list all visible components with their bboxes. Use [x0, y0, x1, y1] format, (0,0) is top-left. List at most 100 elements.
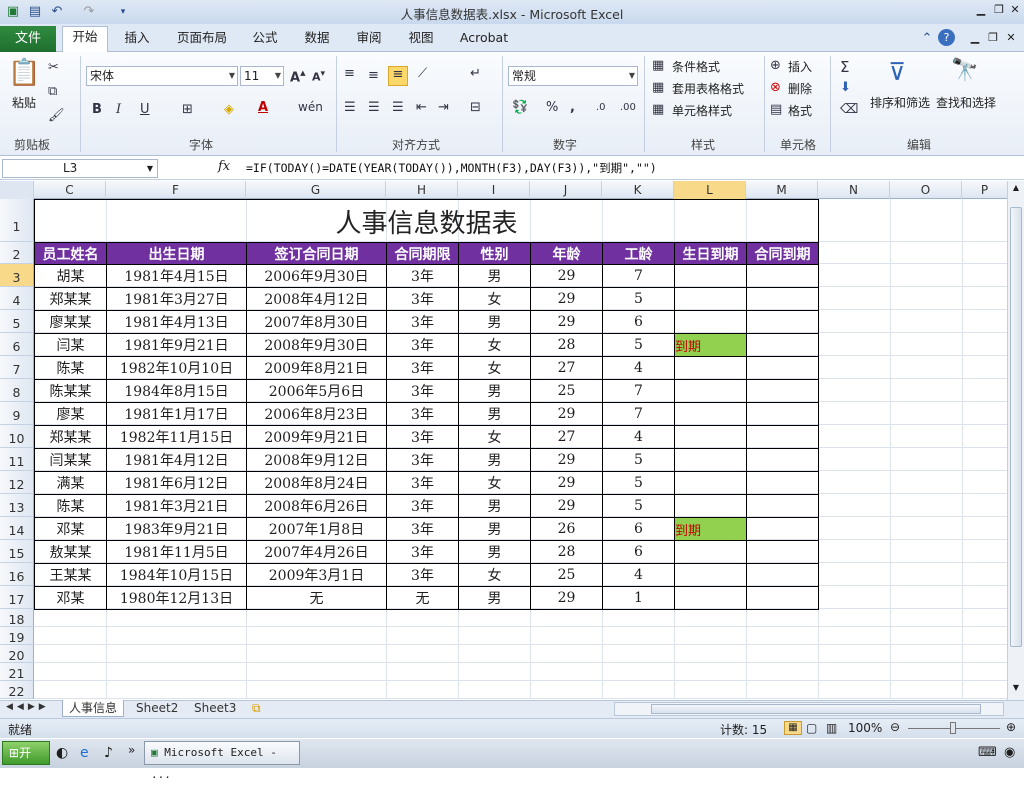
- column-title-cell[interactable]: 出生日期: [106, 242, 247, 265]
- column-title-cell[interactable]: 性别: [458, 242, 531, 265]
- column-title-cell[interactable]: 合同到期: [746, 242, 819, 265]
- table-cell[interactable]: [746, 471, 819, 495]
- table-cell[interactable]: [746, 586, 819, 610]
- table-cell[interactable]: 2007年4月26日: [246, 540, 387, 564]
- collapse-ribbon-icon[interactable]: ⌃: [918, 30, 936, 48]
- table-cell[interactable]: 3年: [386, 310, 459, 334]
- more-icon[interactable]: »: [128, 743, 135, 757]
- column-header[interactable]: L: [674, 181, 746, 199]
- tab-review[interactable]: 审阅: [350, 28, 388, 52]
- column-header[interactable]: I: [458, 181, 530, 199]
- zoom-level[interactable]: 100%: [848, 721, 882, 735]
- table-cell[interactable]: 7: [602, 264, 675, 288]
- desktop-icon[interactable]: ◐: [56, 745, 68, 761]
- row-header[interactable]: 3: [0, 264, 34, 287]
- increase-decimal-icon[interactable]: .0: [596, 102, 606, 113]
- table-style-icon[interactable]: ▦: [652, 80, 664, 95]
- table-cell[interactable]: 1981年4月15日: [106, 264, 247, 288]
- table-cell[interactable]: 1982年11月15日: [106, 425, 247, 449]
- table-cell[interactable]: 女: [458, 471, 531, 495]
- help-icon[interactable]: ?: [938, 29, 955, 46]
- table-cell[interactable]: [674, 402, 747, 426]
- table-cell[interactable]: 邓某: [34, 517, 107, 541]
- delete-cells-icon[interactable]: ⊗: [770, 80, 781, 95]
- row-header[interactable]: 15: [0, 540, 34, 563]
- table-cell[interactable]: 陈某: [34, 356, 107, 380]
- taskbar-excel-button[interactable]: ▣ Microsoft Excel - ...: [144, 741, 300, 781]
- table-cell[interactable]: 29: [530, 264, 603, 288]
- table-cell[interactable]: 女: [458, 563, 531, 587]
- close-icon[interactable]: ✕: [1006, 2, 1024, 18]
- fill-color-icon[interactable]: ◈: [224, 102, 234, 117]
- table-cell[interactable]: 敖某某: [34, 540, 107, 564]
- table-cell[interactable]: 2006年9月30日: [246, 264, 387, 288]
- shrink-font-icon[interactable]: A▾: [312, 68, 325, 84]
- table-cell[interactable]: 5: [602, 471, 675, 495]
- table-cell[interactable]: 2009年3月1日: [246, 563, 387, 587]
- table-cell[interactable]: 6: [602, 540, 675, 564]
- column-header[interactable]: F: [106, 181, 246, 199]
- table-style-button[interactable]: 套用表格格式: [672, 80, 744, 97]
- table-cell[interactable]: 4: [602, 425, 675, 449]
- table-cell[interactable]: 闫某: [34, 333, 107, 357]
- tab-formulas[interactable]: 公式: [246, 28, 284, 52]
- cell-style-icon[interactable]: ▦: [652, 102, 664, 117]
- table-cell[interactable]: 25: [530, 379, 603, 403]
- column-header[interactable]: G: [246, 181, 386, 199]
- table-cell[interactable]: 2008年4月12日: [246, 287, 387, 311]
- zoom-out-icon[interactable]: ⊖: [890, 720, 900, 734]
- table-cell[interactable]: 4: [602, 356, 675, 380]
- table-cell[interactable]: 无: [386, 586, 459, 610]
- sheet-title[interactable]: 人事信息数据表: [34, 199, 819, 243]
- start-button[interactable]: ⊞开始: [2, 741, 50, 782]
- border-icon[interactable]: ⊞: [182, 102, 193, 117]
- table-cell[interactable]: 男: [458, 517, 531, 541]
- row-header[interactable]: 4: [0, 287, 34, 310]
- table-cell[interactable]: 胡某: [34, 264, 107, 288]
- table-cell[interactable]: [746, 310, 819, 334]
- table-cell[interactable]: 男: [458, 402, 531, 426]
- orientation-icon[interactable]: ⟋: [418, 66, 427, 81]
- table-cell[interactable]: 29: [530, 471, 603, 495]
- table-cell[interactable]: 1982年10月10日: [106, 356, 247, 380]
- horizontal-scrollbar[interactable]: [614, 702, 1004, 716]
- table-cell[interactable]: 3年: [386, 425, 459, 449]
- page-layout-view-icon[interactable]: ▢: [806, 721, 817, 735]
- table-cell[interactable]: 1981年4月13日: [106, 310, 247, 334]
- row-header[interactable]: 11: [0, 448, 34, 471]
- conditional-format-icon[interactable]: ▦: [652, 58, 664, 73]
- column-header[interactable]: P: [962, 181, 1008, 199]
- tab-insert[interactable]: 插入: [116, 28, 158, 52]
- align-top-icon[interactable]: ≡: [344, 66, 355, 81]
- table-cell[interactable]: 1984年8月15日: [106, 379, 247, 403]
- merge-center-icon[interactable]: ⊟: [470, 100, 481, 115]
- normal-view-icon[interactable]: ▦: [784, 721, 802, 735]
- row-header[interactable]: 6: [0, 333, 34, 356]
- table-cell[interactable]: 1981年3月21日: [106, 494, 247, 518]
- find-select-button[interactable]: 查找和选择: [936, 94, 996, 111]
- row-header[interactable]: 16: [0, 563, 34, 586]
- align-middle-icon[interactable]: ≡: [368, 68, 379, 83]
- table-cell[interactable]: 到期: [674, 517, 747, 541]
- table-cell[interactable]: 3年: [386, 287, 459, 311]
- table-cell[interactable]: [674, 471, 747, 495]
- column-header[interactable]: N: [818, 181, 890, 199]
- paste-button[interactable]: 粘贴: [12, 94, 36, 111]
- table-cell[interactable]: 2008年9月12日: [246, 448, 387, 472]
- table-cell[interactable]: 女: [458, 333, 531, 357]
- table-cell[interactable]: 女: [458, 356, 531, 380]
- cut-icon[interactable]: ✂: [48, 60, 59, 75]
- table-cell[interactable]: [746, 379, 819, 403]
- table-cell[interactable]: 女: [458, 425, 531, 449]
- insert-sheet-icon[interactable]: ⧉: [252, 701, 261, 716]
- table-cell[interactable]: 25: [530, 563, 603, 587]
- wrap-text-icon[interactable]: ↵: [470, 66, 481, 81]
- table-cell[interactable]: 郑某某: [34, 287, 107, 311]
- decrease-indent-icon[interactable]: ⇤: [416, 100, 427, 115]
- column-title-cell[interactable]: 年龄: [530, 242, 603, 265]
- table-cell[interactable]: 邓某: [34, 586, 107, 610]
- table-cell[interactable]: 2009年8月21日: [246, 356, 387, 380]
- column-header[interactable]: H: [386, 181, 458, 199]
- grow-font-icon[interactable]: A▴: [290, 66, 306, 85]
- scroll-thumb[interactable]: [1010, 207, 1022, 647]
